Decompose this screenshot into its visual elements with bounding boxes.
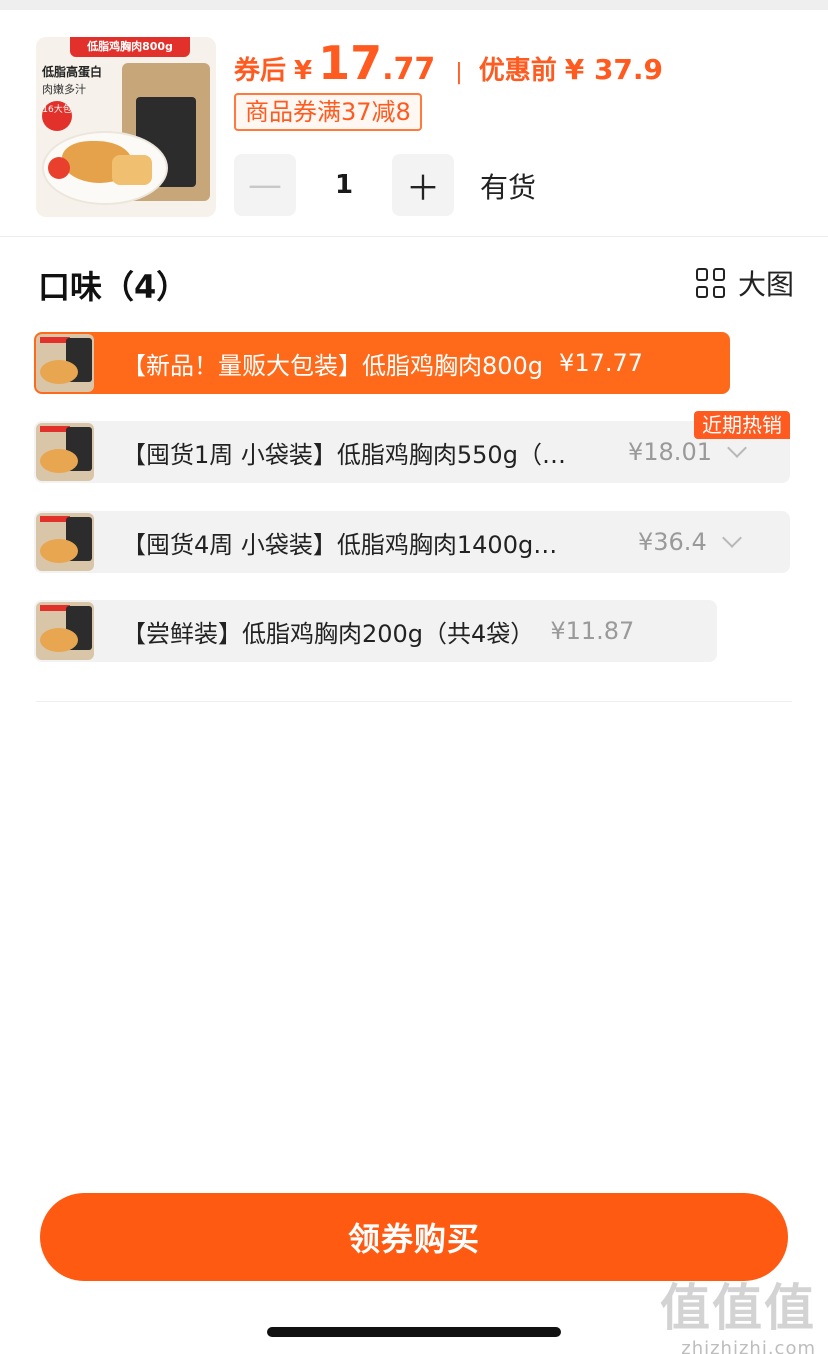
option-name: 【新品！量贩大包装】低脂鸡胸肉800g: [122, 351, 544, 380]
after-coupon-label: 券后: [234, 56, 287, 86]
option-name: 【尝鲜装】低脂鸡胸肉200g（共4袋）: [122, 619, 535, 648]
price-integer: 17: [318, 36, 383, 90]
hot-sale-tag: 近期热销: [694, 411, 790, 439]
option-thumbnail: [36, 513, 94, 571]
home-indicator[interactable]: [267, 1327, 561, 1337]
flavor-option-550g[interactable]: 近期热销 【囤货1周 小袋装】低脂鸡胸肉550g（… ¥18.01: [34, 411, 790, 483]
thumb-badge: 16大包: [42, 101, 72, 131]
top-strip: [0, 0, 828, 10]
decrease-quantity-button[interactable]: —: [234, 154, 296, 216]
chevron-down-icon[interactable]: [721, 528, 742, 548]
coupon-tag: 商品券满37减8: [234, 93, 422, 131]
tomato-graphic: [48, 157, 70, 179]
watermark-logo: 值值值: [660, 1279, 816, 1337]
thumb-subline: 肉嫩多汁: [42, 83, 86, 96]
option-thumbnail: [36, 423, 94, 481]
before-discount-label: 优惠前: [478, 56, 557, 86]
original-price: ¥ 37.9: [564, 53, 664, 86]
currency-symbol: ¥: [294, 56, 313, 86]
watermark: 值值值 zhizhizhi.com: [660, 1268, 816, 1354]
price-decimal: .77: [382, 52, 436, 87]
chicken-slice-graphic: [112, 155, 152, 185]
price-row: 券后 ¥ 17 .77 | 优惠前 ¥ 37.9: [234, 36, 664, 90]
flavor-option-1400g[interactable]: 【囤货4周 小袋装】低脂鸡胸肉1400g… ¥36.4: [34, 511, 790, 573]
option-thumbnail: [36, 602, 94, 660]
option-price: ¥11.87: [550, 617, 635, 645]
flavor-option-200g[interactable]: 【尝鲜装】低脂鸡胸肉200g（共4袋） ¥11.87: [34, 600, 717, 662]
options-divider: [36, 701, 792, 702]
option-price: ¥17.77: [559, 349, 644, 377]
big-view-toggle[interactable]: 大图: [696, 263, 794, 303]
chevron-down-icon[interactable]: [727, 438, 747, 458]
stock-status: 有货: [480, 171, 537, 204]
watermark-site: zhizhizhi.com: [681, 1338, 816, 1354]
flavor-option-800g[interactable]: 【新品！量贩大包装】低脂鸡胸肉800g ¥17.77: [34, 332, 730, 394]
option-thumbnail: [36, 334, 94, 392]
quantity-value[interactable]: 1: [296, 154, 392, 216]
increase-quantity-button[interactable]: ＋: [392, 154, 454, 216]
option-name: 【囤货1周 小袋装】低脂鸡胸肉550g（…: [122, 440, 566, 469]
option-name: 【囤货4周 小袋装】低脂鸡胸肉1400g…: [122, 530, 558, 559]
option-price: ¥36.4: [638, 528, 707, 556]
price-separator: |: [455, 60, 463, 85]
thumb-headline: 低脂高蛋白: [42, 65, 103, 79]
section-divider: [0, 236, 828, 237]
option-price: ¥18.01: [628, 438, 712, 466]
thumb-banner: 低脂鸡胸肉800g: [70, 37, 190, 57]
big-view-label: 大图: [738, 268, 795, 301]
product-thumbnail[interactable]: 低脂鸡胸肉800g 低脂高蛋白 肉嫩多汁 16大包: [36, 37, 216, 217]
flavor-title: 口味（4）: [38, 268, 189, 306]
grid-view-icon: [696, 268, 726, 298]
